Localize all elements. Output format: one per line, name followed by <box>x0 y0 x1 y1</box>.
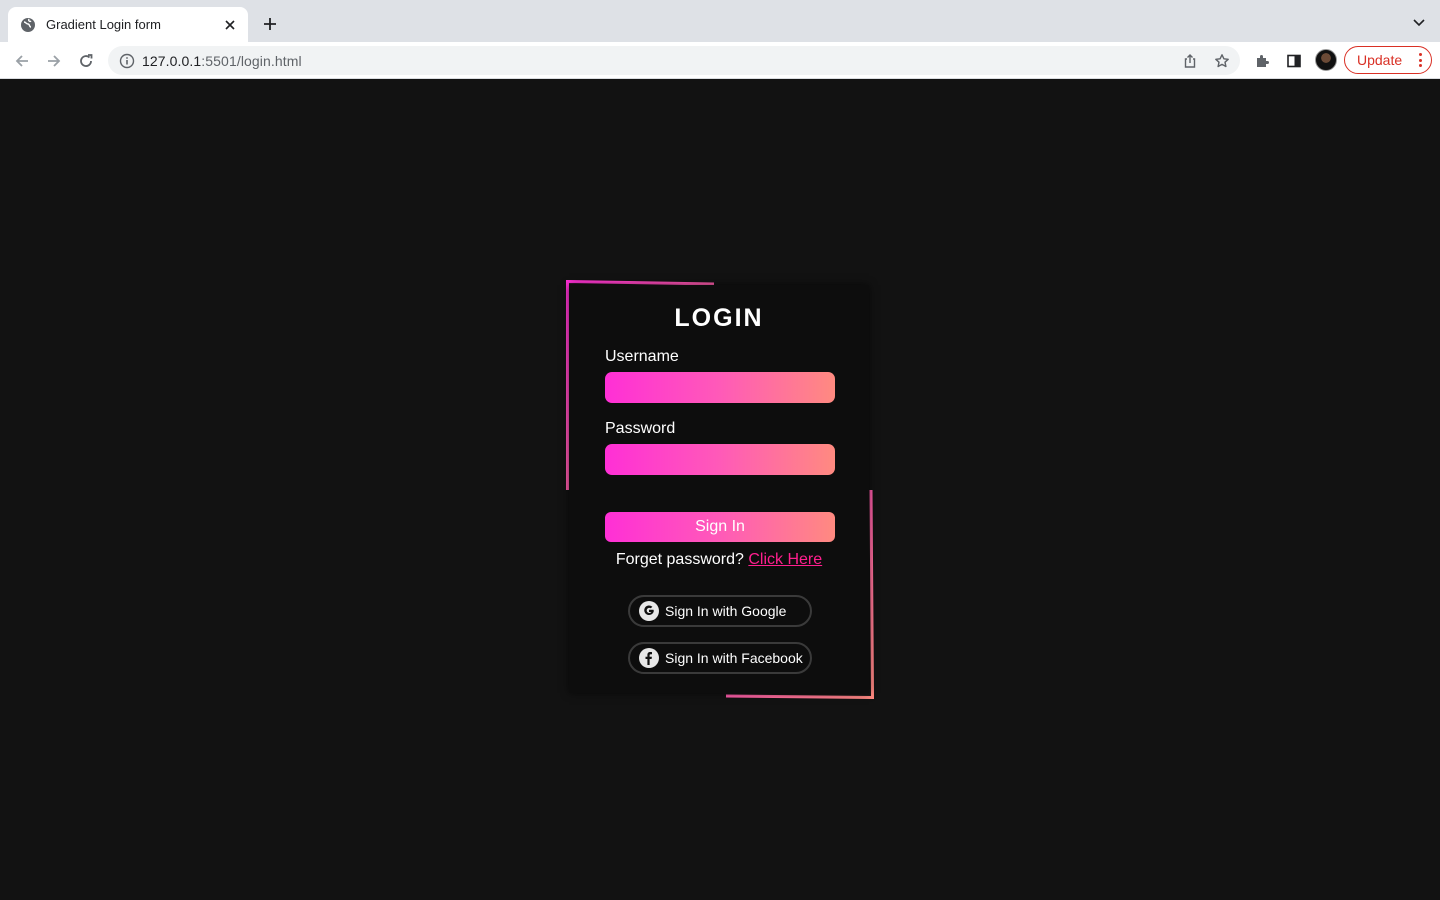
google-signin-label: Sign In with Google <box>665 603 787 619</box>
url-text: 127.0.0.1:5501/login.html <box>142 53 302 69</box>
forgot-password-link[interactable]: Click Here <box>748 551 822 568</box>
forward-icon[interactable] <box>43 50 65 72</box>
facebook-signin-label: Sign In with Facebook <box>665 650 803 666</box>
password-input[interactable] <box>605 444 835 475</box>
bookmark-star-icon[interactable] <box>1214 53 1230 69</box>
url-path: :5501/login.html <box>201 52 302 69</box>
password-label: Password <box>605 420 676 437</box>
login-title: LOGIN <box>674 304 764 332</box>
address-bar[interactable]: 127.0.0.1:5501/login.html <box>108 46 1240 75</box>
username-label: Username <box>605 348 679 365</box>
tab-title: Gradient Login form <box>46 17 161 32</box>
profile-avatar[interactable] <box>1315 49 1337 71</box>
browser-tab-bar: Gradient Login form <box>0 0 1440 42</box>
close-tab-icon[interactable] <box>222 17 238 33</box>
facebook-icon <box>639 648 659 668</box>
forgot-password-line: Forget password? Click Here <box>569 551 869 569</box>
username-input[interactable] <box>605 372 835 403</box>
share-icon[interactable] <box>1182 53 1198 69</box>
extensions-icon[interactable] <box>1253 52 1271 70</box>
browser-tab[interactable]: Gradient Login form <box>8 7 248 42</box>
login-card <box>569 285 869 693</box>
new-tab-button[interactable] <box>259 13 281 35</box>
back-icon[interactable] <box>11 50 33 72</box>
google-icon <box>639 601 659 621</box>
sign-in-button[interactable]: Sign In <box>605 512 835 542</box>
update-label: Update <box>1357 52 1403 68</box>
tab-search-chevron-icon[interactable] <box>1412 15 1426 29</box>
facebook-signin-button[interactable]: Sign In with Facebook <box>628 642 812 674</box>
side-panel-icon[interactable] <box>1285 52 1303 70</box>
globe-icon <box>20 17 36 33</box>
browser-toolbar: 127.0.0.1:5501/login.html <box>0 42 1440 79</box>
reload-icon[interactable] <box>75 50 97 72</box>
forgot-password-text: Forget password? <box>615 551 744 568</box>
url-host: 127.0.0.1 <box>142 52 202 69</box>
more-menu-icon <box>1418 53 1422 67</box>
google-signin-button[interactable]: Sign In with Google <box>628 595 812 627</box>
site-info-icon[interactable] <box>119 53 135 69</box>
update-button[interactable]: Update <box>1344 46 1432 74</box>
